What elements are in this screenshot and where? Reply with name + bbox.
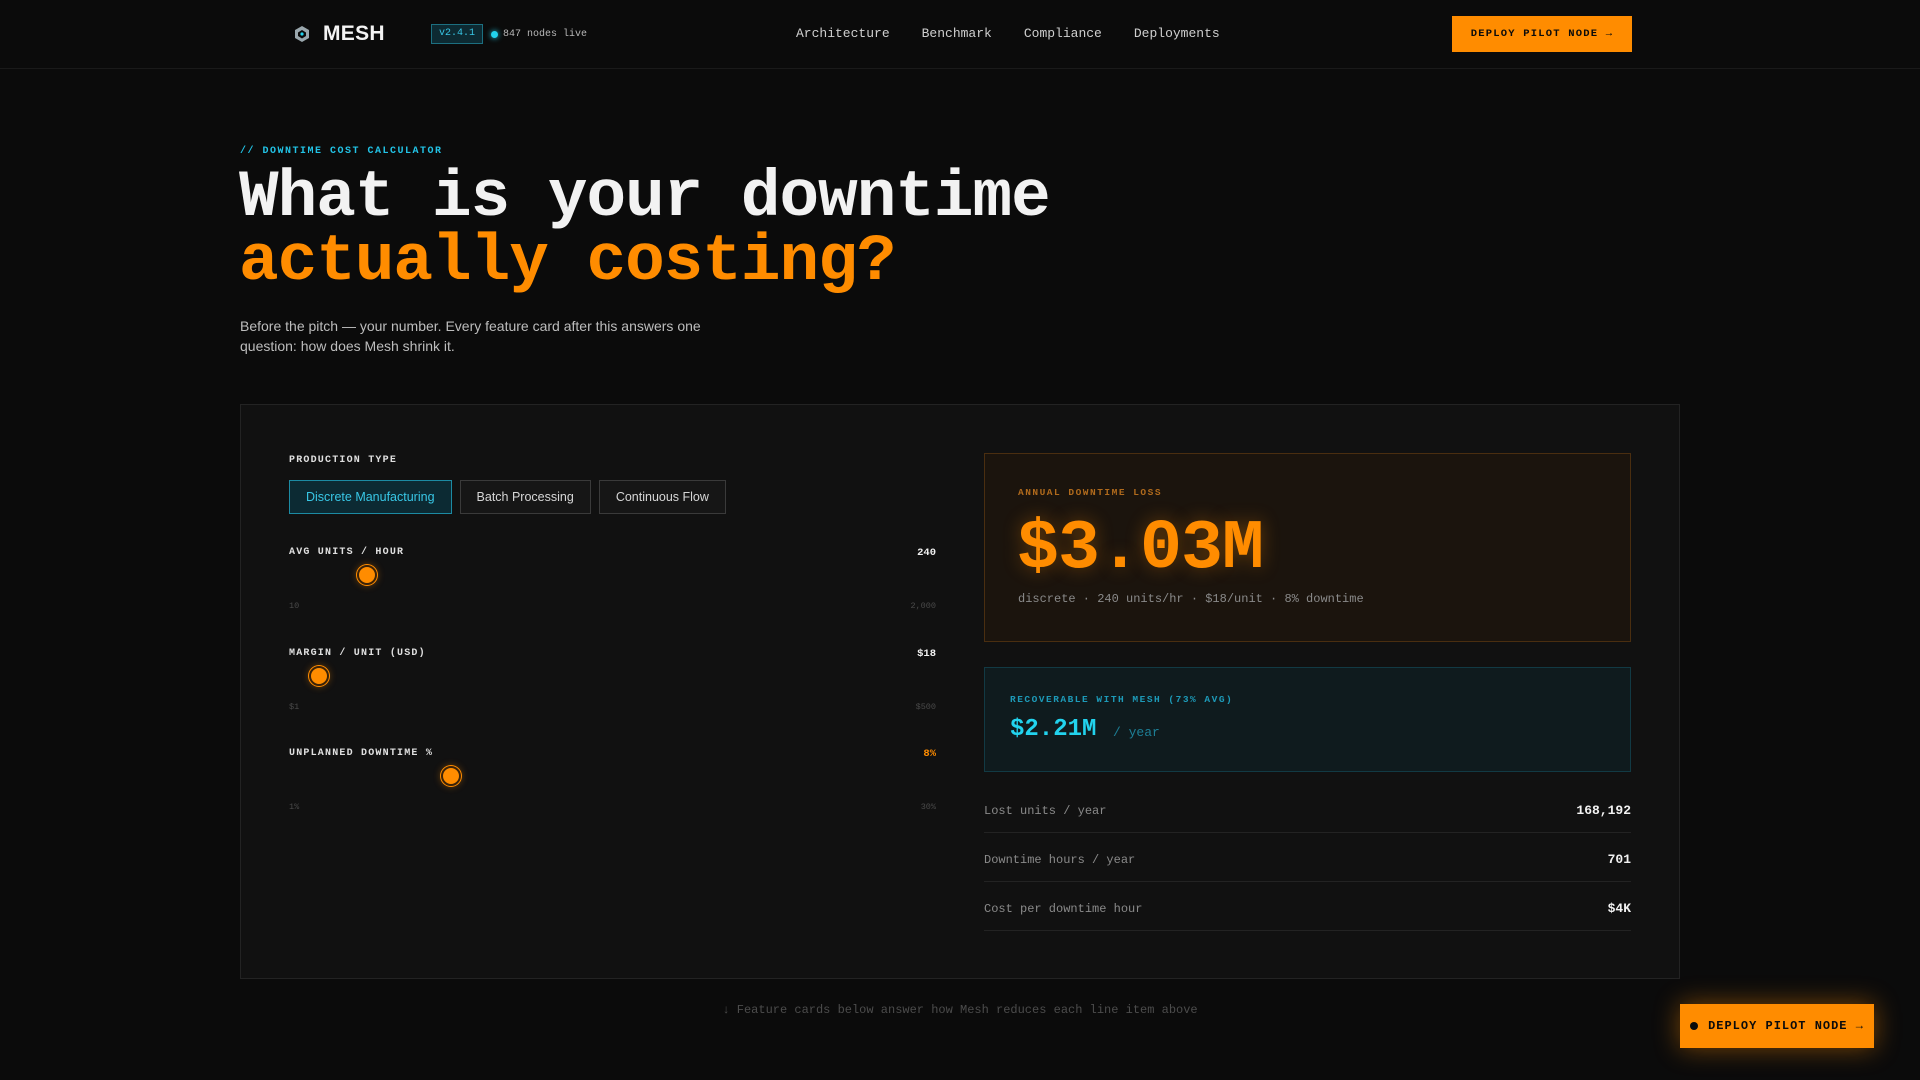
- floating-deploy-label: DEPLOY PILOT NODE →: [1708, 1019, 1864, 1033]
- slider-track[interactable]: [289, 574, 936, 576]
- slider-min: 10: [289, 601, 300, 611]
- status-dot-icon: [1690, 1022, 1699, 1030]
- production-type-discrete[interactable]: Discrete Manufacturing: [289, 480, 452, 514]
- status-group: v2.4.1 847 nodes live: [406, 24, 587, 44]
- slider-max: 30%: [920, 802, 936, 812]
- live-status: 847 nodes live: [491, 29, 587, 40]
- annual-loss-value: $3.03M: [1017, 510, 1264, 589]
- annual-loss-summary: discrete · 240 units/hr · $18/unit · 8% …: [1018, 592, 1364, 606]
- slider-thumb[interactable]: [356, 565, 377, 585]
- annual-loss-label: ANNUAL DOWNTIME LOSS: [1018, 487, 1163, 498]
- slider-label: MARGIN / UNIT (USD): [289, 648, 426, 659]
- annual-loss-card: ANNUAL DOWNTIME LOSS $3.03M discrete · 2…: [984, 453, 1631, 642]
- slider-margin-per-unit: MARGIN / UNIT (USD) $18 $1 $500: [289, 648, 936, 718]
- slider-label: AVG UNITS / HOUR: [289, 547, 405, 558]
- stat-row-lost-units: Lost units / year 168,192: [984, 793, 1631, 833]
- slider-min: 1%: [289, 802, 300, 812]
- slider-max: 2,000: [910, 601, 936, 611]
- production-type-selector: Discrete Manufacturing Batch Processing …: [289, 480, 734, 514]
- nav-link-deployments[interactable]: Deployments: [1134, 26, 1220, 41]
- slider-downtime-percent: UNPLANNED DOWNTIME % 8% 1% 30%: [289, 748, 936, 818]
- recoverable-value: $2.21M: [1010, 716, 1097, 743]
- stat-value: $4K: [1607, 901, 1631, 916]
- stat-label: Downtime hours / year: [984, 853, 1136, 867]
- stat-label: Cost per downtime hour: [984, 902, 1143, 916]
- brand-name: MESH: [323, 22, 385, 45]
- production-type-label: PRODUCTION TYPE: [289, 455, 398, 466]
- page-title: What is your downtime actually costing?: [239, 160, 1051, 299]
- slider-thumb[interactable]: [440, 766, 461, 786]
- recoverable-label: RECOVERABLE WITH MESH (73% AVG): [1010, 694, 1234, 705]
- slider-units-per-hour: AVG UNITS / HOUR 240 10 2,000: [289, 547, 936, 617]
- recoverable-unit: / year: [1113, 725, 1160, 740]
- production-type-continuous[interactable]: Continuous Flow: [598, 480, 726, 514]
- recoverable-card: RECOVERABLE WITH MESH (73% AVG) $2.21M /…: [984, 667, 1631, 772]
- title-line-1: What is your downtime: [239, 160, 1051, 235]
- slider-track[interactable]: [289, 675, 936, 677]
- title-line-2: actually costing?: [239, 224, 896, 299]
- version-badge: v2.4.1: [431, 24, 484, 44]
- slider-value: 8%: [923, 748, 936, 760]
- live-status-text: 847 nodes live: [503, 28, 588, 40]
- slider-thumb[interactable]: [309, 666, 330, 686]
- live-dot-icon: [491, 30, 499, 38]
- top-nav: MESH v2.4.1 847 nodes live Architecture …: [0, 0, 1920, 69]
- mesh-logo-icon: [295, 26, 309, 42]
- stat-row-downtime-hours: Downtime hours / year 701: [984, 842, 1631, 882]
- nav-link-benchmark[interactable]: Benchmark: [922, 26, 992, 41]
- slider-max: $500: [915, 702, 936, 712]
- nav-link-architecture[interactable]: Architecture: [796, 26, 890, 41]
- slider-value: 240: [917, 547, 936, 559]
- section-eyebrow: // DOWNTIME COST CALCULATOR: [240, 146, 443, 157]
- stat-value: 701: [1607, 852, 1631, 867]
- slider-track[interactable]: [289, 775, 936, 777]
- footnote: ↓ Feature cards below answer how Mesh re…: [722, 1003, 1198, 1017]
- hero-lede: Before the pitch — your number. Every fe…: [240, 318, 701, 354]
- slider-label: UNPLANNED DOWNTIME %: [289, 748, 434, 759]
- floating-deploy-button[interactable]: DEPLOY PILOT NODE →: [1680, 1004, 1874, 1048]
- slider-min: $1: [289, 702, 300, 712]
- production-type-batch[interactable]: Batch Processing: [459, 480, 591, 514]
- stat-label: Lost units / year: [984, 804, 1107, 818]
- calculator-panel: PRODUCTION TYPE Discrete Manufacturing B…: [240, 404, 1680, 979]
- nav-link-compliance[interactable]: Compliance: [1024, 26, 1102, 41]
- stat-value: 168,192: [1576, 803, 1631, 818]
- slider-value: $18: [917, 648, 936, 660]
- stat-row-cost-per-hour: Cost per downtime hour $4K: [984, 891, 1631, 931]
- deploy-pilot-node-button[interactable]: DEPLOY PILOT NODE →: [1452, 16, 1632, 52]
- nav-links: Architecture Benchmark Compliance Deploy…: [796, 26, 1252, 41]
- brand[interactable]: MESH: [293, 22, 385, 46]
